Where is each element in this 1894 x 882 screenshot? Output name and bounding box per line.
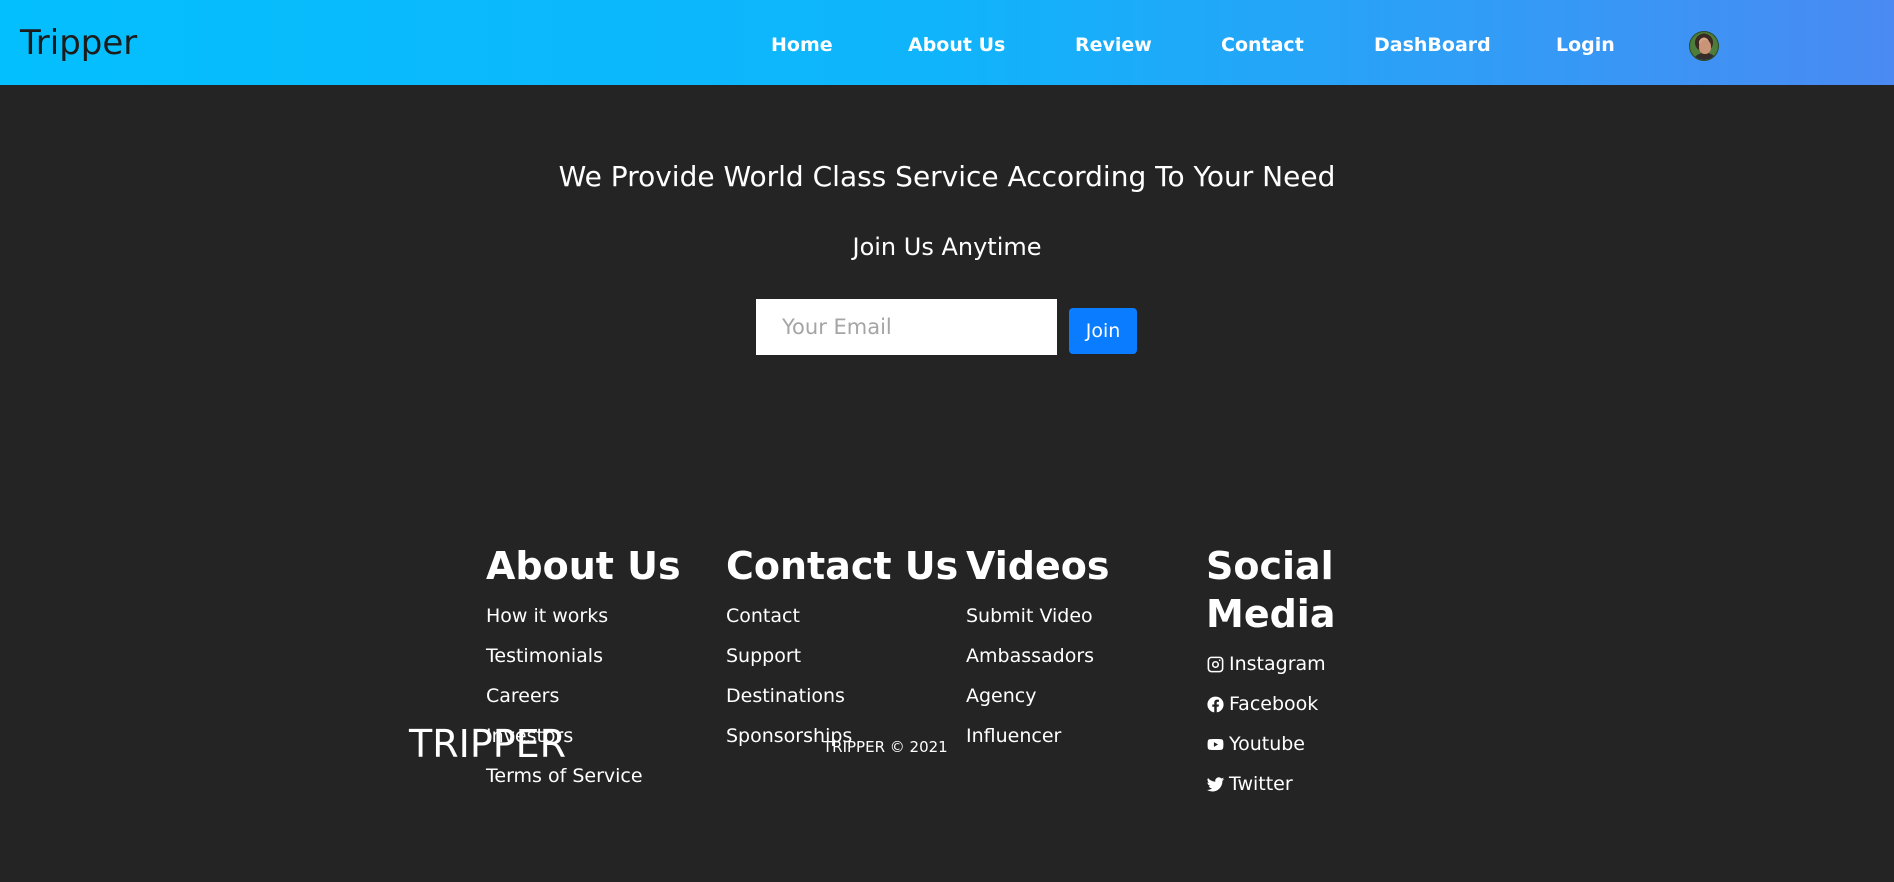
footer-link-ambassadors[interactable]: Ambassadors [966, 644, 1094, 668]
twitter-label: Twitter [1229, 773, 1293, 795]
nav-review[interactable]: Review [1075, 33, 1152, 57]
hero-tagline: We Provide World Class Service According… [558, 160, 1336, 193]
footer-brand: TRIPPER [409, 722, 567, 766]
facebook-label: Facebook [1229, 693, 1319, 715]
footer-link-instagram[interactable]: Instagram [1206, 652, 1326, 676]
footer-social-heading-line2: Media [1206, 592, 1336, 636]
footer-link-youtube[interactable]: Youtube [1206, 732, 1305, 756]
footer-link-submit-video[interactable]: Submit Video [966, 604, 1093, 628]
footer-link-influencer[interactable]: Influencer [966, 724, 1061, 748]
facebook-icon [1207, 696, 1224, 712]
footer-link-twitter[interactable]: Twitter [1206, 772, 1293, 796]
footer-link-destinations[interactable]: Destinations [726, 684, 845, 708]
join-button[interactable]: Join [1069, 308, 1137, 354]
footer-social-heading-line1: Social [1206, 544, 1334, 588]
footer-link-testimonials[interactable]: Testimonials [486, 644, 603, 668]
email-input[interactable] [756, 299, 1057, 355]
nav-about-us[interactable]: About Us [908, 33, 1005, 57]
footer-link-facebook[interactable]: Facebook [1206, 692, 1318, 716]
copyright-text: TRIPPER © 2021 [823, 738, 948, 756]
instagram-icon [1207, 656, 1224, 672]
footer-link-careers[interactable]: Careers [486, 684, 559, 708]
footer-link-agency[interactable]: Agency [966, 684, 1036, 708]
footer-link-support[interactable]: Support [726, 644, 801, 668]
nav-contact[interactable]: Contact [1221, 33, 1304, 57]
footer-link-terms[interactable]: Terms of Service [486, 764, 643, 788]
youtube-icon [1207, 738, 1224, 750]
footer-videos-heading: Videos [966, 544, 1110, 588]
nav-dashboard[interactable]: DashBoard [1374, 33, 1491, 57]
twitter-icon [1206, 776, 1225, 791]
nav-login[interactable]: Login [1556, 33, 1615, 57]
footer-link-contact[interactable]: Contact [726, 604, 800, 628]
navbar: Tripper Home About Us Review Contact Das… [0, 0, 1894, 85]
user-avatar[interactable] [1689, 31, 1719, 61]
nav-home[interactable]: Home [771, 33, 833, 57]
footer-link-how-it-works[interactable]: How it works [486, 604, 608, 628]
main-section: We Provide World Class Service According… [0, 85, 1894, 882]
join-title: Join Us Anytime [852, 233, 1042, 261]
brand-logo[interactable]: Tripper [20, 23, 137, 63]
footer-contact-heading: Contact Us [726, 544, 959, 588]
youtube-label: Youtube [1229, 733, 1305, 755]
footer-about-heading: About Us [486, 544, 681, 588]
instagram-label: Instagram [1229, 653, 1326, 675]
